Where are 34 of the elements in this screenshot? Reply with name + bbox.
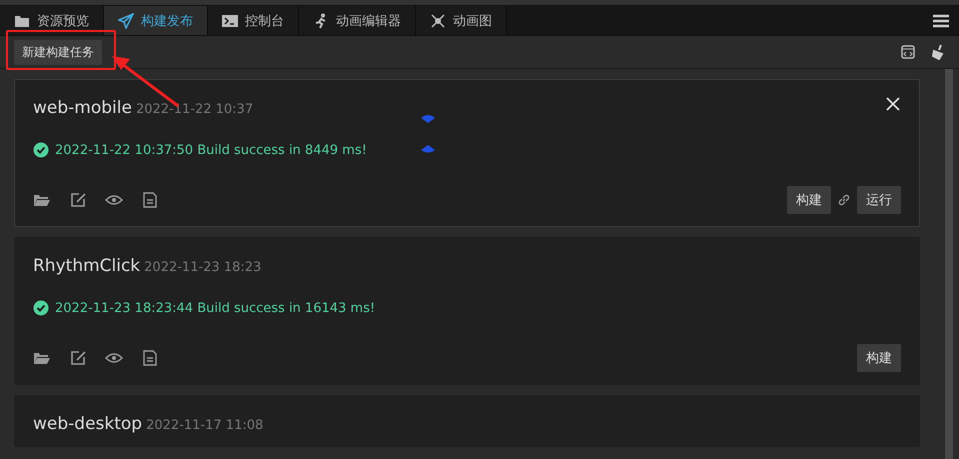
build-log: 2022-11-22 10:37:50 Build success in 8449 ms! [55, 142, 367, 158]
task-time: 2022-11-17 11:08 [146, 418, 264, 433]
marker-icon [420, 144, 436, 154]
folder-icon[interactable] [33, 350, 51, 366]
build-log: 2022-11-23 18:23:44 Build success in 16143 ms! [55, 300, 376, 316]
document-icon[interactable] [141, 350, 159, 366]
task-name: web-desktop [33, 414, 142, 434]
terminal-icon [222, 12, 238, 28]
task-time: 2022-11-23 18:23 [144, 260, 262, 275]
document-icon[interactable] [141, 192, 159, 208]
panel-tab[interactable]: 构建发布 [104, 6, 208, 35]
check-circle-icon [33, 300, 49, 316]
check-circle-icon [33, 142, 49, 158]
edit-icon[interactable] [69, 350, 87, 366]
menu-icon[interactable] [933, 14, 949, 28]
panel-tab[interactable]: 控制台 [208, 6, 299, 35]
task-action-button[interactable]: 构建 [787, 186, 831, 214]
code-window-icon[interactable] [901, 44, 917, 60]
new-build-task-button[interactable]: 新建构建任务 [14, 40, 102, 64]
paper-plane-icon [118, 12, 134, 28]
task-name: RhythmClick [33, 256, 140, 276]
node-graph-icon [430, 12, 446, 28]
task-name: web-mobile [33, 98, 132, 118]
task-time: 2022-11-22 10:37 [136, 102, 254, 117]
panel-tab[interactable]: 资源预览 [0, 6, 104, 35]
close-icon[interactable] [885, 96, 901, 112]
link-icon[interactable] [837, 193, 851, 207]
panel-tab[interactable]: 动画图 [416, 6, 507, 35]
panel-tab[interactable]: 动画编辑器 [299, 6, 416, 35]
task-action-button[interactable]: 构建 [857, 344, 901, 372]
marker-icon [420, 114, 436, 124]
edit-icon[interactable] [69, 192, 87, 208]
task-action-button[interactable]: 运行 [857, 186, 901, 214]
folder-icon[interactable] [33, 192, 51, 208]
